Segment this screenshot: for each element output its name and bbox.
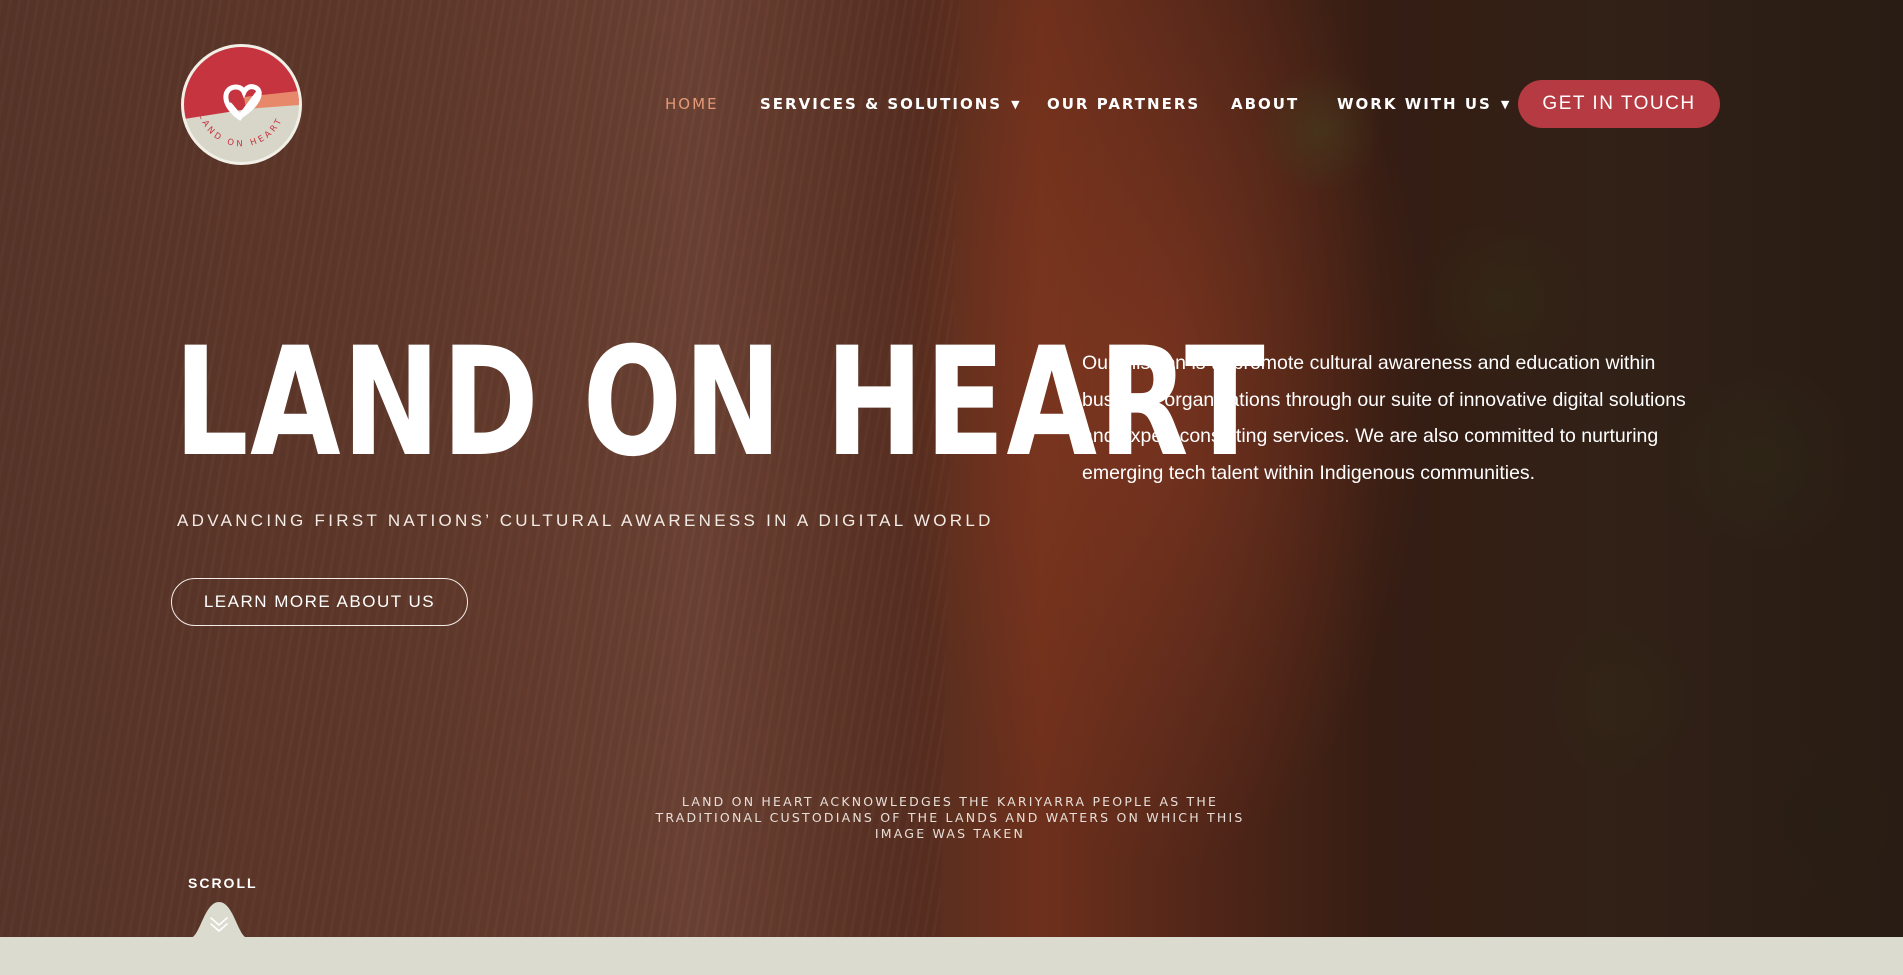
nav-home[interactable]: HOME bbox=[665, 93, 719, 115]
mission-statement: Our mission is to promote cultural aware… bbox=[1082, 352, 1686, 484]
nav-work-with-us-label: WORK WITH US bbox=[1337, 95, 1492, 113]
heart-logo-icon: LAND ON HEART bbox=[184, 47, 299, 149]
next-section-band bbox=[0, 937, 1903, 975]
site-logo[interactable]: LAND ON HEART bbox=[181, 44, 302, 165]
get-in-touch-button[interactable]: GET IN TOUCH bbox=[1518, 80, 1720, 128]
country-acknowledgement: LAND ON HEART ACKNOWLEDGES THE KARIYARRA… bbox=[655, 794, 1245, 841]
learn-more-button[interactable]: LEARN MORE ABOUT US bbox=[171, 578, 468, 626]
nav-work-with-us[interactable]: WORK WITH US ▼ bbox=[1337, 93, 1511, 116]
nav-about[interactable]: ABOUT bbox=[1231, 93, 1299, 115]
nav-our-partners[interactable]: OUR PARTNERS bbox=[1047, 93, 1200, 115]
scroll-label: SCROLL bbox=[188, 875, 258, 891]
hero-tagline: ADVANCING FIRST NATIONS’ CULTURAL AWAREN… bbox=[177, 511, 994, 530]
nav-services-solutions-label: SERVICES & SOLUTIONS bbox=[760, 95, 1003, 113]
hero-title: LAND ON HEART bbox=[174, 316, 1267, 490]
nav-services-solutions[interactable]: SERVICES & SOLUTIONS ▼ bbox=[760, 93, 1022, 116]
chevron-down-icon: ▼ bbox=[1500, 98, 1512, 111]
scroll-down-tab[interactable] bbox=[190, 900, 248, 938]
chevron-down-icon: ▼ bbox=[1011, 98, 1022, 111]
